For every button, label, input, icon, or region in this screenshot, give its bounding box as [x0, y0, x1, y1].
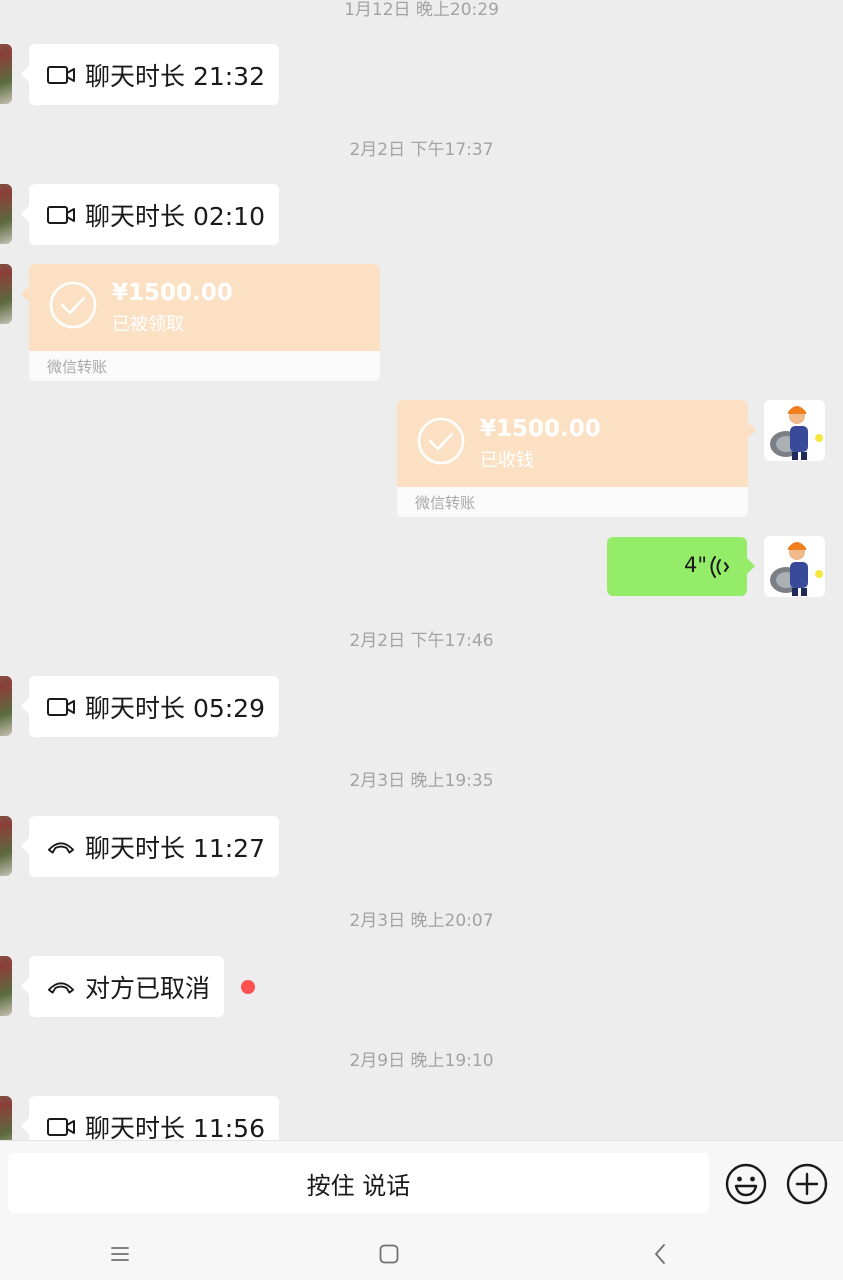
call-status-text: 对方已取消: [85, 973, 211, 1003]
video-call-record[interactable]: 聊天时长 11:56: [21, 1096, 279, 1141]
contact-avatar[interactable]: [0, 184, 12, 244]
contact-avatar[interactable]: [0, 816, 12, 876]
voice-call-record-cancelled[interactable]: 对方已取消: [20, 956, 225, 1017]
system-navigation-bar: [0, 1226, 843, 1280]
video-call-record[interactable]: 聊天时长 02:10: [21, 184, 279, 245]
smiley-icon[interactable]: [725, 1163, 767, 1205]
message-timestamp: 1月12日 晚上20:29: [344, 0, 499, 20]
video-call-record[interactable]: 聊天时长 05:29: [21, 676, 279, 737]
call-duration-text: 聊天时长 21:32: [85, 61, 265, 91]
video-camera-icon: [47, 693, 75, 721]
call-duration-text: 聊天时长 11:56: [85, 1113, 265, 1141]
video-call-record[interactable]: 聊天时长 21:32: [21, 44, 279, 105]
hold-to-talk-button[interactable]: 按住 说话: [8, 1153, 709, 1213]
call-duration-text: 聊天时长 11:27: [85, 833, 265, 863]
message-timestamp: 2月3日 晚上20:07: [349, 911, 494, 931]
chat-message-list[interactable]: 1月12日 晚上20:29 聊天时长 21:32 2月2日 下午17:37 聊天…: [0, 0, 843, 1140]
message-timestamp: 2月9日 晚上19:10: [349, 1051, 494, 1071]
unread-dot: [241, 980, 255, 994]
transfer-amount: ¥1500.00: [112, 280, 233, 306]
back-icon[interactable]: [646, 1240, 674, 1268]
contact-avatar[interactable]: [0, 264, 12, 324]
call-duration-text: 聊天时长 05:29: [85, 693, 265, 723]
transfer-status: 已收钱: [480, 450, 534, 471]
phone-handset-icon: [47, 833, 75, 861]
message-timestamp: 2月2日 下午17:46: [349, 631, 494, 651]
voice-call-record[interactable]: 聊天时长 11:27: [21, 816, 279, 877]
contact-avatar[interactable]: [0, 1096, 12, 1140]
menu-icon[interactable]: [106, 1240, 134, 1268]
check-circle-icon: [417, 417, 465, 465]
home-icon[interactable]: [375, 1240, 403, 1268]
video-camera-icon: [47, 1113, 75, 1141]
bubble-tail: [747, 558, 755, 574]
contact-avatar[interactable]: [0, 676, 12, 736]
bubble-tail: [748, 422, 756, 438]
transfer-amount: ¥1500.00: [480, 416, 601, 442]
contact-avatar[interactable]: [0, 44, 12, 104]
transfer-card-received-by-other[interactable]: ¥1500.00 已被领取 微信转账: [29, 264, 380, 381]
voice-duration: 4": [683, 553, 707, 577]
message-timestamp: 2月3日 晚上19:35: [349, 771, 494, 791]
check-circle-icon: [49, 281, 97, 329]
plus-circle-icon[interactable]: [786, 1163, 828, 1205]
phone-handset-icon: [47, 973, 75, 1001]
voice-message-bubble[interactable]: 4": [607, 537, 747, 596]
bubble-tail: [21, 286, 29, 302]
my-avatar[interactable]: [764, 400, 825, 461]
message-timestamp: 2月2日 下午17:37: [349, 140, 494, 160]
transfer-card-received-by-me[interactable]: ¥1500.00 已收钱 微信转账: [397, 400, 748, 517]
voice-wave-icon: [710, 556, 730, 578]
call-duration-text: 聊天时长 02:10: [85, 201, 265, 231]
video-camera-icon: [47, 61, 75, 89]
my-avatar[interactable]: [764, 536, 825, 597]
transfer-label: 微信转账: [415, 494, 476, 512]
input-bar: 按住 说话: [0, 1140, 843, 1226]
contact-avatar[interactable]: [0, 956, 12, 1016]
transfer-label: 微信转账: [47, 358, 108, 376]
transfer-status: 已被领取: [112, 314, 184, 335]
video-camera-icon: [47, 201, 75, 229]
